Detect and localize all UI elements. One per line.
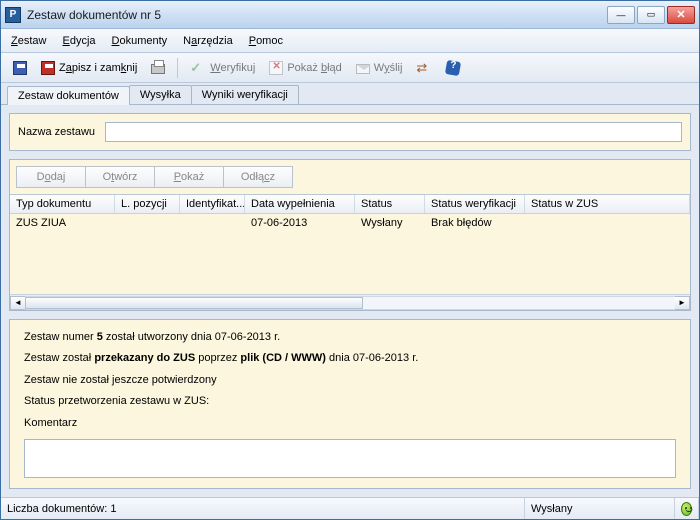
- show-error-button: Pokaż błąd: [263, 57, 347, 79]
- info-line-not-confirmed: Zestaw nie został jeszcze potwierdzony: [24, 373, 676, 388]
- app-icon: P: [5, 7, 21, 23]
- documents-grid: Typ dokumentu L. pozycji Identyfikat... …: [10, 194, 690, 310]
- comment-textarea[interactable]: [24, 439, 676, 478]
- cell-status: Wysłany: [355, 216, 425, 230]
- scroll-thumb[interactable]: [25, 297, 363, 309]
- menu-narzedzia[interactable]: Narzędzia: [183, 35, 233, 47]
- check-icon: ✓: [190, 60, 206, 76]
- save-and-close-button[interactable]: Zapisz i zamknij: [35, 57, 143, 79]
- cell-type: ZUS ZIUA: [10, 216, 115, 230]
- transfer-icon: ⇄: [416, 60, 432, 76]
- scroll-right-button[interactable]: ►: [674, 296, 690, 310]
- save-button[interactable]: [7, 57, 33, 79]
- close-button[interactable]: ✕: [667, 6, 695, 24]
- maximize-button[interactable]: ▭: [637, 6, 665, 24]
- help-button[interactable]: [440, 57, 466, 79]
- error-icon: [269, 61, 283, 75]
- minimize-button[interactable]: —: [607, 6, 635, 24]
- smile-icon: [681, 502, 692, 516]
- info-line-transferred: Zestaw został przekazany do ZUS poprzez …: [24, 351, 676, 366]
- menu-pomoc[interactable]: Pomoc: [249, 35, 283, 47]
- toolbar: Zapisz i zamknij ✓ Weryfikuj Pokaż błąd …: [1, 53, 699, 83]
- col-status[interactable]: Status: [355, 195, 425, 213]
- app-window: P Zestaw dokumentów nr 5 — ▭ ✕ Zestaw Ed…: [0, 0, 700, 520]
- col-position-count[interactable]: L. pozycji: [115, 195, 180, 213]
- info-line-zus-status: Status przetworzenia zestawu w ZUS:: [24, 394, 676, 409]
- toolbar-separator: [177, 58, 178, 78]
- cell-verify: Brak błędów: [425, 216, 525, 230]
- status-indicator: [675, 498, 699, 519]
- disk-icon: [13, 61, 27, 75]
- print-icon: [151, 64, 165, 74]
- horizontal-scrollbar[interactable]: ◄ ►: [10, 294, 690, 310]
- client-area: Nazwa zestawu Dodaj Otwórz Pokaż Odłącz …: [1, 105, 699, 497]
- info-panel: Zestaw numer 5 został utworzony dnia 07-…: [9, 319, 691, 489]
- cell-lp: [115, 222, 180, 224]
- tabbar: Zestaw dokumentów Wysyłka Wyniki weryfik…: [1, 83, 699, 105]
- add-button: Dodaj: [16, 166, 86, 188]
- comment-label: Komentarz: [24, 416, 676, 431]
- menu-edycja[interactable]: Edycja: [62, 35, 95, 47]
- detach-button: Odłącz: [223, 166, 293, 188]
- tab-documents-set[interactable]: Zestaw dokumentów: [7, 86, 130, 105]
- table-row[interactable]: ZUS ZIUA 07-06-2013 Wysłany Brak błędów: [10, 214, 690, 232]
- send-button: Wyślij: [350, 57, 409, 79]
- menubar: Zestaw Edycja Dokumenty Narzędzia Pomoc: [1, 29, 699, 53]
- verify-button: ✓ Weryfikuj: [184, 57, 261, 79]
- col-type[interactable]: Typ dokumentu: [10, 195, 115, 213]
- menu-zestaw[interactable]: Zestaw: [11, 35, 46, 47]
- cell-id: [180, 222, 245, 224]
- envelope-icon: [356, 64, 370, 74]
- col-zus-status[interactable]: Status w ZUS: [525, 195, 690, 213]
- print-button[interactable]: [145, 57, 171, 79]
- scroll-track[interactable]: [25, 296, 675, 310]
- scroll-left-button[interactable]: ◄: [10, 296, 26, 310]
- info-line-created: Zestaw numer 5 został utworzony dnia 07-…: [24, 330, 676, 345]
- save-close-icon: [41, 61, 55, 75]
- cell-zus: [525, 222, 690, 224]
- titlebar: P Zestaw dokumentów nr 5 — ▭ ✕: [1, 1, 699, 29]
- col-identifier[interactable]: Identyfikat...: [180, 195, 245, 213]
- statusbar: Liczba dokumentów: 1 Wysłany: [1, 497, 699, 519]
- transfer-button[interactable]: ⇄: [410, 57, 438, 79]
- set-name-label: Nazwa zestawu: [18, 126, 95, 138]
- menu-dokumenty[interactable]: Dokumenty: [112, 35, 168, 47]
- status-doc-count: Liczba dokumentów: 1: [1, 498, 525, 519]
- col-verify-status[interactable]: Status weryfikacji: [425, 195, 525, 213]
- tab-verification-results[interactable]: Wyniki weryfikacji: [191, 85, 299, 104]
- show-button: Pokaż: [154, 166, 224, 188]
- tab-dispatch[interactable]: Wysyłka: [129, 85, 192, 104]
- documents-table-panel: Dodaj Otwórz Pokaż Odłącz Typ dokumentu …: [9, 159, 691, 311]
- cell-date: 07-06-2013: [245, 216, 355, 230]
- set-name-input[interactable]: [105, 122, 682, 142]
- col-fill-date[interactable]: Data wypełnienia: [245, 195, 355, 213]
- status-state: Wysłany: [525, 498, 675, 519]
- help-icon: [445, 59, 461, 75]
- set-name-panel: Nazwa zestawu: [9, 113, 691, 151]
- window-title: Zestaw dokumentów nr 5: [27, 8, 607, 22]
- open-button: Otwórz: [85, 166, 155, 188]
